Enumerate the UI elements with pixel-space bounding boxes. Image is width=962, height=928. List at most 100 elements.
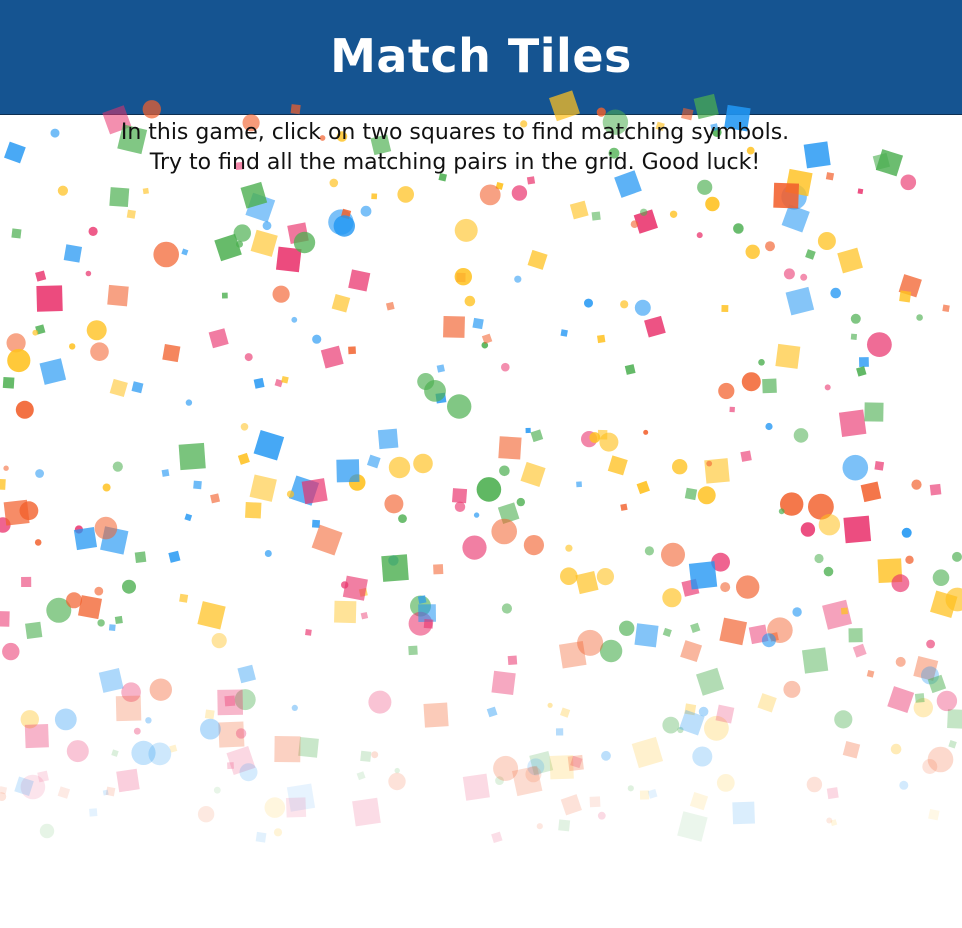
confetti-circle [661,542,685,567]
confetti-square [168,550,181,563]
confetti-circle [913,698,933,718]
confetti-square [858,357,869,368]
confetti-circle [69,343,76,350]
confetti-circle [514,275,522,283]
confetti-square [732,801,755,825]
confetti-square [456,272,466,283]
confetti-square [218,721,245,748]
confetti-square [436,364,445,373]
confetti-square [597,429,608,440]
confetti-square [114,615,123,624]
confetti-square [348,269,371,292]
confetti-square [210,493,221,504]
confetti-circle [240,423,249,431]
confetti-square [887,686,915,714]
confetti-square [287,222,309,244]
confetti-square [181,248,189,256]
confetti-square [864,402,884,422]
confetti-square [2,376,15,389]
confetti-circle [244,353,253,362]
confetti-square [356,771,366,781]
confetti-square [680,640,703,663]
confetti-square [631,736,664,769]
confetti-circle [711,552,730,572]
confetti-square [589,796,601,808]
confetti-circle [560,567,578,585]
confetti-circle [501,362,510,372]
confetti-circle [716,774,735,792]
confetti-circle [818,514,841,536]
confetti-circle [634,299,651,316]
confetti-square [245,192,276,223]
confetti-circle [733,223,744,234]
confetti-circle [94,586,104,596]
confetti-circle [397,186,415,203]
confetti-circle [662,716,680,734]
confetti-square [927,674,947,694]
confetti-circle [273,828,283,837]
confetti-square [560,329,568,337]
confetti-circle [767,617,793,643]
confetti-circle [293,231,316,254]
confetti-circle [911,479,922,490]
confetti-circle [454,268,472,286]
confetti-square [877,558,903,584]
confetti-circle [34,539,42,546]
confetti-circle [286,490,295,498]
confetti-square [529,751,554,776]
confetti-circle [329,178,339,188]
confetti-circle [643,429,649,435]
confetti-square [134,551,147,564]
confetti-circle [133,727,141,735]
confetti-square [769,632,779,642]
confetti-circle [20,774,46,800]
confetti-circle [644,546,655,556]
confetti-circle [413,453,433,474]
confetti-circle [527,758,545,776]
confetti-circle [499,465,510,477]
confetti-circle [447,394,472,419]
confetti-circle [523,535,545,556]
confetti-circle [895,656,906,667]
confetti-square [866,670,875,678]
confetti-circle [90,342,109,362]
confetti-square [352,797,381,827]
header-bar: Match Tiles [0,0,962,115]
instructions-line-2: Try to find all the matching pairs in th… [149,150,761,175]
confetti-square [947,709,962,729]
confetti-circle [20,710,39,729]
confetti-circle [197,806,215,823]
confetti-circle [692,746,713,767]
confetti-circle [783,268,795,280]
confetti-square [311,524,343,556]
confetti-square [250,229,278,257]
confetti-circle [235,728,247,739]
confetti-circle [922,759,938,774]
confetti-square [781,204,810,233]
confetti-square [423,619,434,629]
confetti-circle [599,639,623,663]
confetti-square [512,765,543,797]
confetti-circle [921,666,939,685]
confetti-square [0,786,8,795]
confetti-square [481,333,493,345]
confetti-circle [479,184,501,206]
confetti-circle [74,525,83,534]
confetti-square [178,442,206,471]
confetti-circle [85,270,92,277]
confetti-square [348,346,356,355]
confetti-square [560,707,571,718]
confetti-square [142,187,149,195]
confetti-circle [672,459,688,475]
confetti-circle [148,742,172,766]
confetti-circle [464,295,476,307]
page-title: Match Tiles [330,29,632,83]
confetti-square [340,208,352,220]
confetti-square [334,600,357,624]
confetti-square [472,317,484,330]
confetti-circle [706,460,713,467]
confetti-circle [424,380,446,402]
confetti-circle [830,287,841,299]
confetti-circle [262,221,272,231]
confetti-circle [88,226,98,236]
